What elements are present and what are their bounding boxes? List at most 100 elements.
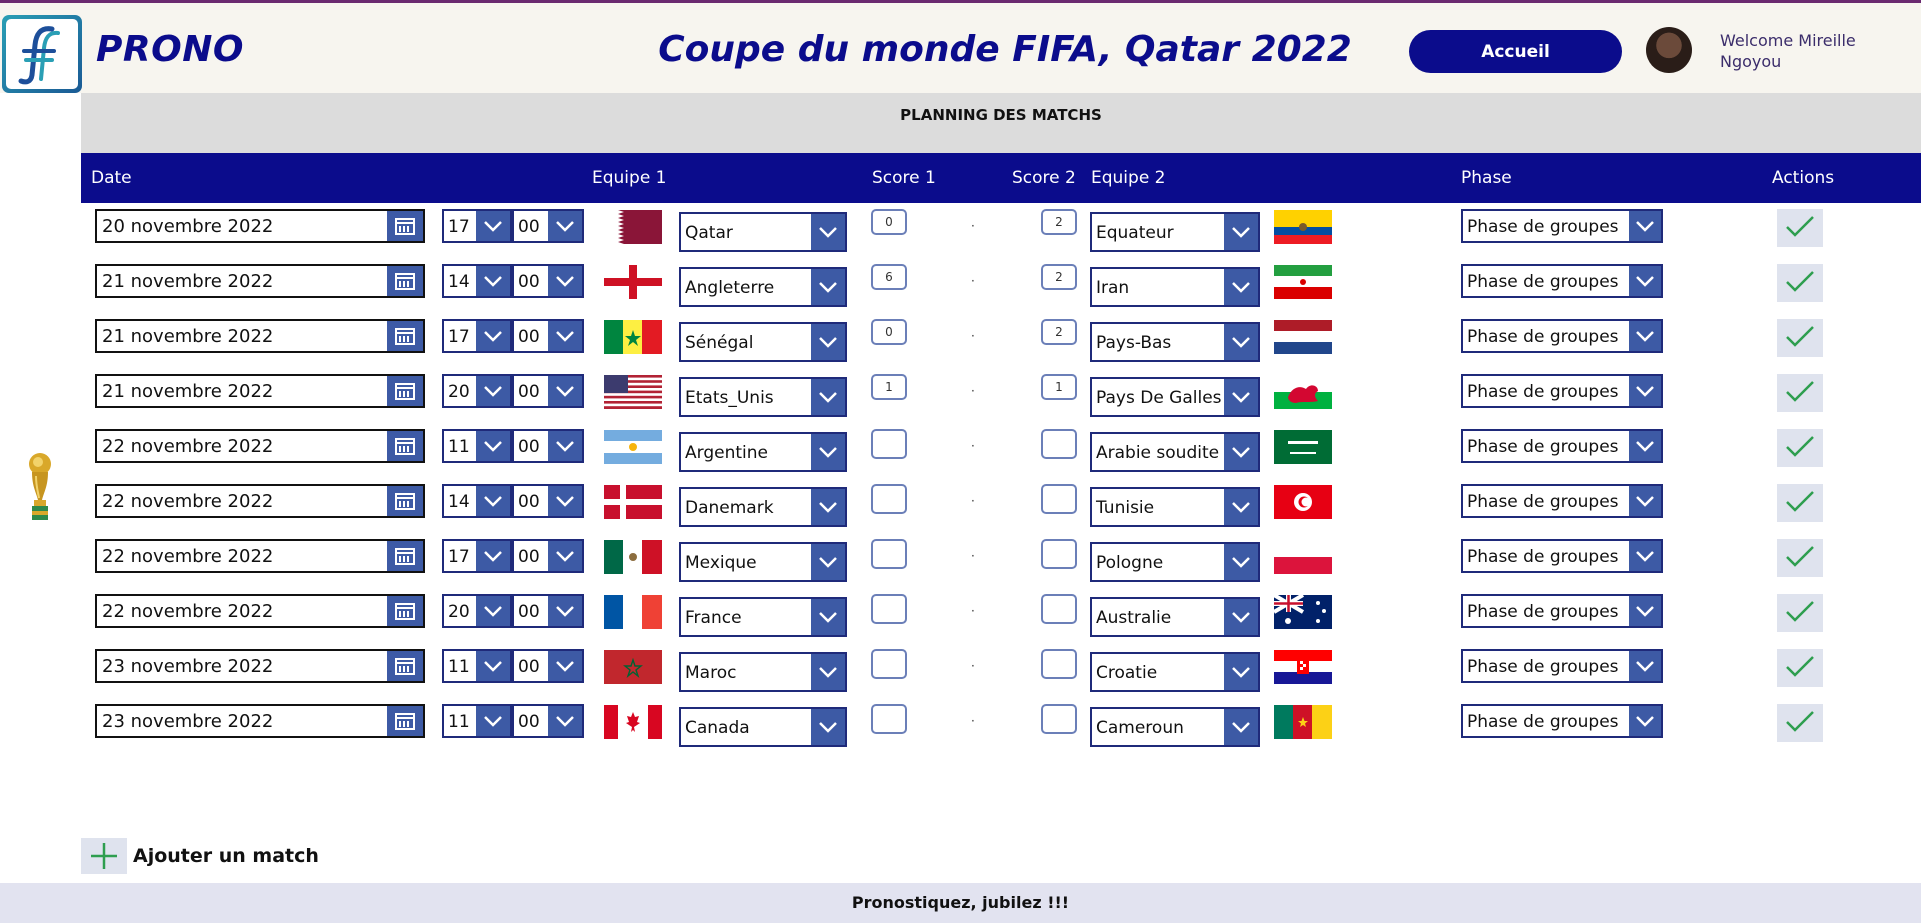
calendar-button[interactable]: [387, 211, 423, 241]
date-picker[interactable]: 20 novembre 2022: [95, 209, 425, 243]
hour-select[interactable]: 20: [442, 594, 512, 628]
minute-select[interactable]: 00: [512, 264, 584, 298]
minute-select[interactable]: 00: [512, 539, 584, 573]
team1-select[interactable]: Etats_Unis: [679, 377, 847, 417]
date-picker[interactable]: 21 novembre 2022: [95, 319, 425, 353]
team1-select[interactable]: Sénégal: [679, 322, 847, 362]
minute-select[interactable]: 00: [512, 704, 584, 738]
validate-button[interactable]: [1777, 429, 1823, 467]
calendar-button[interactable]: [387, 266, 423, 296]
validate-button[interactable]: [1777, 484, 1823, 522]
team2-select[interactable]: Cameroun: [1090, 707, 1260, 747]
calendar-button[interactable]: [387, 486, 423, 516]
team1-select[interactable]: Argentine: [679, 432, 847, 472]
add-match-button[interactable]: [81, 838, 127, 874]
score2-input[interactable]: [1041, 594, 1077, 624]
team1-select[interactable]: Canada: [679, 707, 847, 747]
date-picker[interactable]: 22 novembre 2022: [95, 429, 425, 463]
score1-input[interactable]: [871, 429, 907, 459]
home-button[interactable]: Accueil: [1409, 30, 1622, 73]
phase-select[interactable]: Phase de groupes: [1461, 374, 1663, 408]
team2-select[interactable]: Pays-Bas: [1090, 322, 1260, 362]
validate-button[interactable]: [1777, 539, 1823, 577]
score2-input[interactable]: [1041, 649, 1077, 679]
hour-select[interactable]: 11: [442, 704, 512, 738]
minute-select[interactable]: 00: [512, 594, 584, 628]
score1-input[interactable]: [871, 539, 907, 569]
team1-select[interactable]: Angleterre: [679, 267, 847, 307]
validate-button[interactable]: [1777, 374, 1823, 412]
team1-select[interactable]: Mexique: [679, 542, 847, 582]
calendar-button[interactable]: [387, 321, 423, 351]
validate-button[interactable]: [1777, 649, 1823, 687]
phase-select[interactable]: Phase de groupes: [1461, 429, 1663, 463]
team2-select[interactable]: Tunisie: [1090, 487, 1260, 527]
date-picker[interactable]: 22 novembre 2022: [95, 484, 425, 518]
validate-button[interactable]: [1777, 704, 1823, 742]
team2-select[interactable]: Pologne: [1090, 542, 1260, 582]
calendar-button[interactable]: [387, 376, 423, 406]
calendar-button[interactable]: [387, 651, 423, 681]
date-picker[interactable]: 23 novembre 2022: [95, 649, 425, 683]
team2-select[interactable]: Croatie: [1090, 652, 1260, 692]
date-picker[interactable]: 21 novembre 2022: [95, 264, 425, 298]
team1-select[interactable]: Qatar: [679, 212, 847, 252]
hour-select[interactable]: 17: [442, 209, 512, 243]
hour-select[interactable]: 17: [442, 319, 512, 353]
score1-input[interactable]: 0: [871, 209, 907, 235]
hour-select[interactable]: 20: [442, 374, 512, 408]
date-picker[interactable]: 23 novembre 2022: [95, 704, 425, 738]
minute-select[interactable]: 00: [512, 209, 584, 243]
score2-input[interactable]: 2: [1041, 209, 1077, 235]
minute-select[interactable]: 00: [512, 484, 584, 518]
team1-select[interactable]: Maroc: [679, 652, 847, 692]
hour-select[interactable]: 14: [442, 264, 512, 298]
team2-select[interactable]: Iran: [1090, 267, 1260, 307]
score2-input[interactable]: 2: [1041, 319, 1077, 345]
phase-select[interactable]: Phase de groupes: [1461, 264, 1663, 298]
date-picker[interactable]: 21 novembre 2022: [95, 374, 425, 408]
team2-select[interactable]: Pays De Galles: [1090, 377, 1260, 417]
phase-select[interactable]: Phase de groupes: [1461, 484, 1663, 518]
calendar-button[interactable]: [387, 706, 423, 736]
hour-select[interactable]: 11: [442, 649, 512, 683]
validate-button[interactable]: [1777, 209, 1823, 247]
score1-input[interactable]: 1: [871, 374, 907, 400]
team1-select[interactable]: Danemark: [679, 487, 847, 527]
score2-input[interactable]: [1041, 539, 1077, 569]
phase-select[interactable]: Phase de groupes: [1461, 539, 1663, 573]
user-avatar[interactable]: [1646, 27, 1692, 73]
date-picker[interactable]: 22 novembre 2022: [95, 539, 425, 573]
phase-select[interactable]: Phase de groupes: [1461, 319, 1663, 353]
validate-button[interactable]: [1777, 594, 1823, 632]
validate-button[interactable]: [1777, 319, 1823, 357]
minute-select[interactable]: 00: [512, 429, 584, 463]
score1-input[interactable]: [871, 704, 907, 734]
calendar-button[interactable]: [387, 596, 423, 626]
date-picker[interactable]: 22 novembre 2022: [95, 594, 425, 628]
hour-select[interactable]: 17: [442, 539, 512, 573]
phase-select[interactable]: Phase de groupes: [1461, 209, 1663, 243]
hour-select[interactable]: 14: [442, 484, 512, 518]
score1-input[interactable]: 6: [871, 264, 907, 290]
score1-input[interactable]: 0: [871, 319, 907, 345]
prono-logo[interactable]: [2, 15, 82, 93]
phase-select[interactable]: Phase de groupes: [1461, 649, 1663, 683]
score1-input[interactable]: [871, 484, 907, 514]
calendar-button[interactable]: [387, 541, 423, 571]
team2-select[interactable]: Arabie soudite: [1090, 432, 1260, 472]
phase-select[interactable]: Phase de groupes: [1461, 594, 1663, 628]
validate-button[interactable]: [1777, 264, 1823, 302]
minute-select[interactable]: 00: [512, 319, 584, 353]
hour-select[interactable]: 11: [442, 429, 512, 463]
score2-input[interactable]: 1: [1041, 374, 1077, 400]
minute-select[interactable]: 00: [512, 374, 584, 408]
score1-input[interactable]: [871, 594, 907, 624]
team2-select[interactable]: Australie: [1090, 597, 1260, 637]
add-match-label[interactable]: Ajouter un match: [133, 845, 319, 867]
score2-input[interactable]: 2: [1041, 264, 1077, 290]
score1-input[interactable]: [871, 649, 907, 679]
minute-select[interactable]: 00: [512, 649, 584, 683]
phase-select[interactable]: Phase de groupes: [1461, 704, 1663, 738]
score2-input[interactable]: [1041, 704, 1077, 734]
